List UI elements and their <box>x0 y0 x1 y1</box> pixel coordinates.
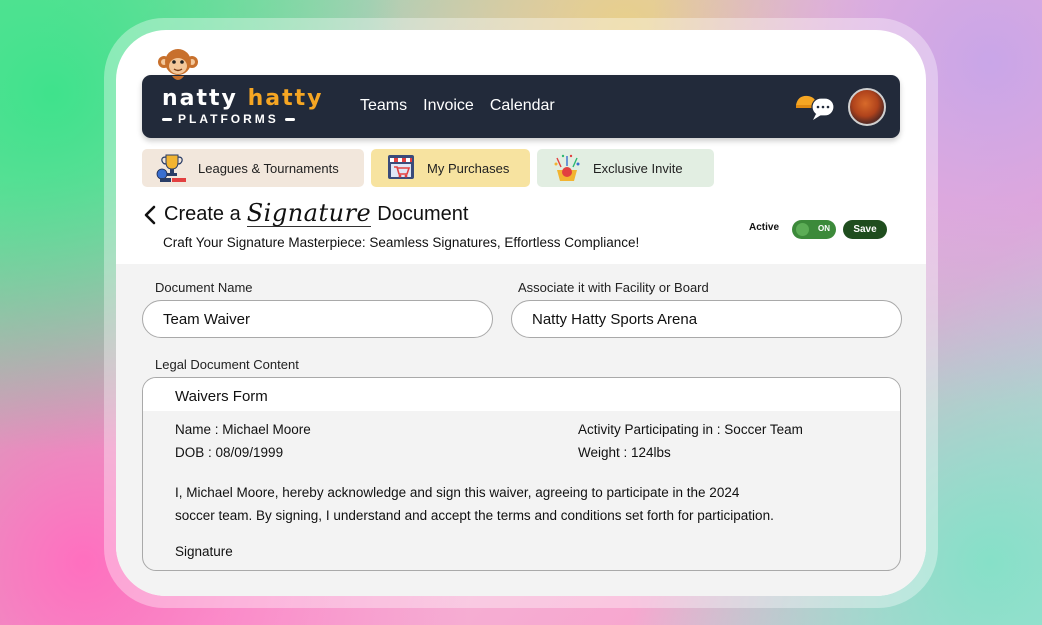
signature-label: Signature <box>175 544 233 559</box>
monkey-mascot-icon <box>158 49 198 80</box>
brand-name-part2: hatty <box>247 86 324 111</box>
field-activity: Activity Participating in : Soccer Team <box>578 422 803 437</box>
section-tabs: Leagues & Tournaments My Purchases Exclu… <box>142 149 714 187</box>
tab-invite-label: Exclusive Invite <box>593 160 683 176</box>
save-button[interactable]: Save <box>843 220 887 239</box>
content-label: Legal Document Content <box>155 357 299 372</box>
nav-links: Teams Invoice Calendar <box>360 97 555 115</box>
user-avatar[interactable] <box>848 88 886 126</box>
paragraph-line-2: soccer team. By signing, I understand an… <box>175 508 774 523</box>
back-chevron-icon[interactable] <box>142 204 160 226</box>
title-script-word: Signature <box>246 199 372 227</box>
paragraph-line-1: I, Michael Moore, hereby acknowledge and… <box>175 485 740 500</box>
active-toggle[interactable]: ON <box>792 220 836 239</box>
main-card: natty hatty PLATFORMS Teams Invoice Cale… <box>116 30 926 596</box>
legal-content-editor[interactable]: Waivers Form Name : Michael Moore Activi… <box>142 377 901 571</box>
tab-leagues-label: Leagues & Tournaments <box>198 160 339 176</box>
nav-link-teams[interactable]: Teams <box>360 97 407 115</box>
top-navbar: natty hatty PLATFORMS Teams Invoice Cale… <box>142 75 900 138</box>
page-subtitle: Craft Your Signature Masterpiece: Seamle… <box>163 235 640 250</box>
logo-dash-left <box>162 117 172 121</box>
page-title: Create a Signature Document <box>164 199 469 227</box>
toggle-state-text: ON <box>818 224 830 233</box>
title-suffix: Document <box>377 203 469 225</box>
trophy-icon <box>156 154 186 182</box>
field-name: Name : Michael Moore <box>175 422 311 437</box>
logo-dash-right <box>284 117 295 121</box>
associate-input[interactable]: Natty Hatty Sports Arena <box>511 300 902 338</box>
document-name-label: Document Name <box>155 280 253 295</box>
waiver-paragraph: I, Michael Moore, hereby acknowledge and… <box>175 481 835 527</box>
document-name-input[interactable]: Team Waiver <box>142 300 493 338</box>
shop-icon <box>388 155 414 179</box>
title-prefix: Create a <box>164 203 241 225</box>
field-weight: Weight : 124lbs <box>578 445 671 460</box>
tab-leagues-tournaments[interactable]: Leagues & Tournaments <box>142 149 364 187</box>
active-label: Active <box>749 222 780 233</box>
tab-my-purchases[interactable]: My Purchases <box>371 149 530 187</box>
party-icon <box>554 154 580 181</box>
brand-name-part1: natty <box>162 86 238 111</box>
chat-cap-icon[interactable] <box>794 91 838 123</box>
document-heading: Waivers Form <box>143 378 900 411</box>
nav-link-invoice[interactable]: Invoice <box>423 97 474 115</box>
brand-logo[interactable]: natty hatty PLATFORMS <box>162 86 327 128</box>
tab-exclusive-invite[interactable]: Exclusive Invite <box>537 149 714 187</box>
associate-label: Associate it with Facility or Board <box>518 280 709 295</box>
nav-link-calendar[interactable]: Calendar <box>490 97 555 115</box>
page-title-row: Create a Signature Document <box>142 199 469 227</box>
field-dob: DOB : 08/09/1999 <box>175 445 284 460</box>
toggle-knob <box>796 223 809 236</box>
brand-tagline: PLATFORMS <box>178 112 279 126</box>
tab-purchases-label: My Purchases <box>427 160 510 176</box>
